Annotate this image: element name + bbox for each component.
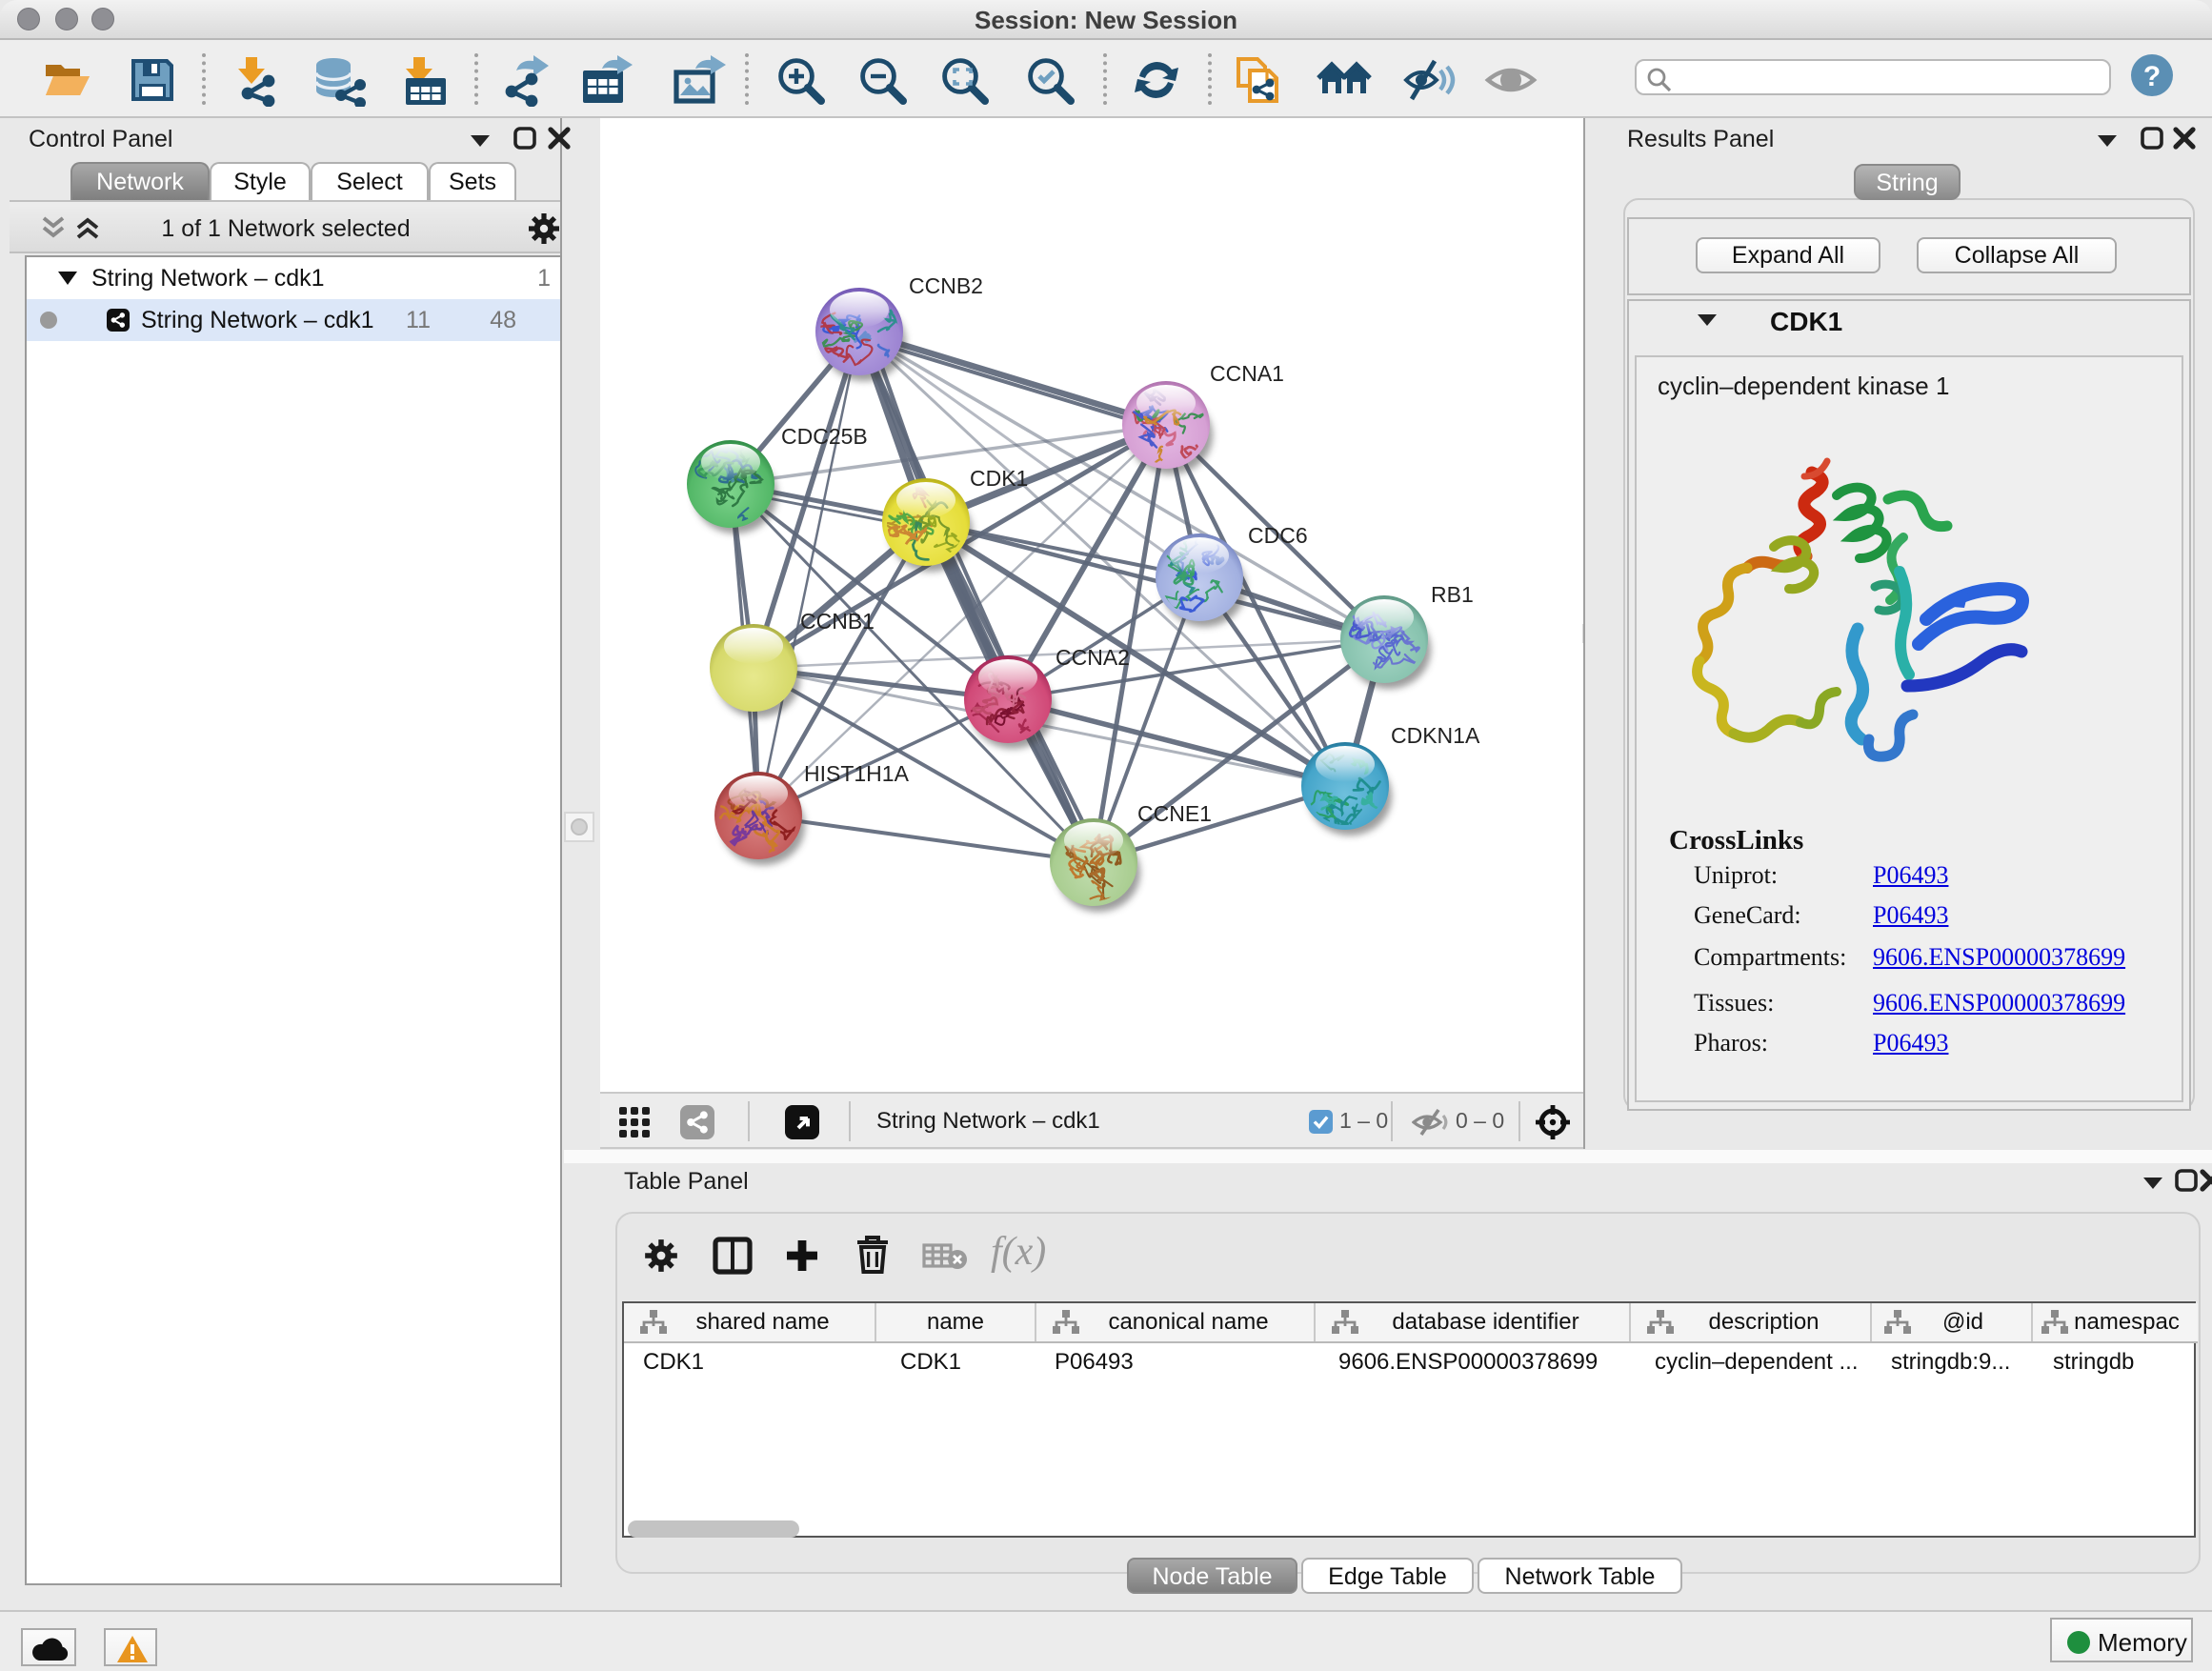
svg-text:CCNB2: CCNB2 — [909, 273, 983, 298]
svg-text:CDKN1A: CDKN1A — [1391, 723, 1480, 748]
svg-text:HIST1H1A: HIST1H1A — [804, 761, 910, 786]
svg-text:CCNB1: CCNB1 — [800, 609, 875, 634]
svg-text:CDK1: CDK1 — [970, 466, 1028, 491]
svg-text:CCNE1: CCNE1 — [1137, 801, 1212, 826]
svg-text:CDC25B: CDC25B — [781, 424, 868, 449]
svg-text:CDC6: CDC6 — [1248, 523, 1308, 548]
svg-text:CCNA1: CCNA1 — [1210, 361, 1284, 386]
svg-text:RB1: RB1 — [1431, 582, 1474, 607]
svg-text:?: ? — [2143, 61, 2161, 92]
svg-text:CCNA2: CCNA2 — [1056, 645, 1130, 670]
